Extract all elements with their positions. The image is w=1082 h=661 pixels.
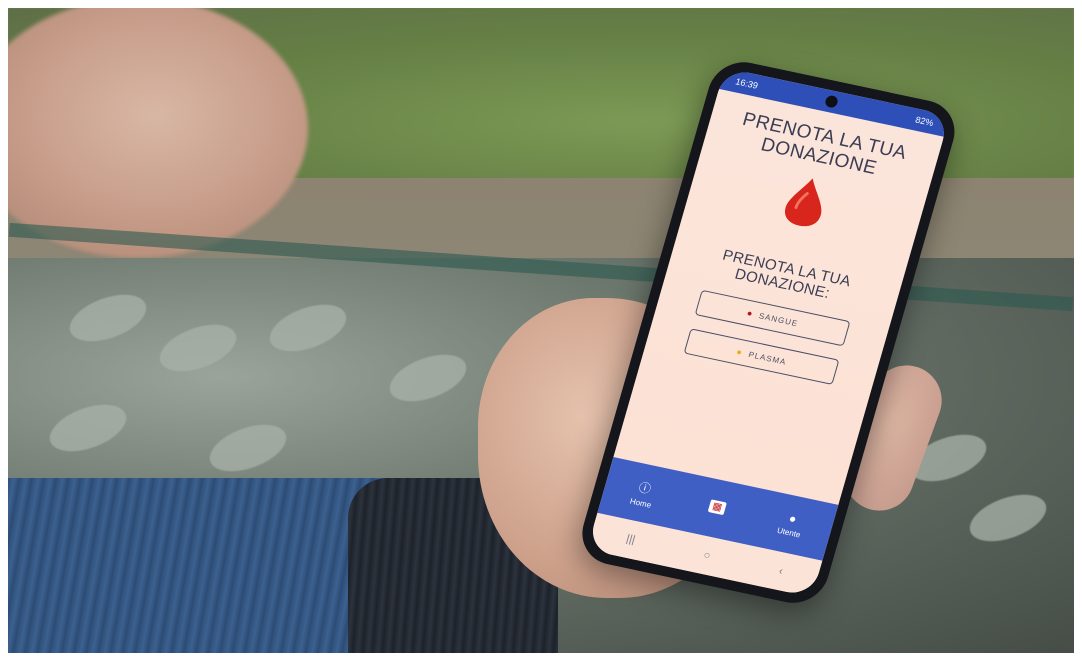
nav-utente[interactable]: ● Utente <box>776 509 806 539</box>
plasma-label: PLASMA <box>747 349 788 367</box>
status-battery: 82% <box>914 114 935 129</box>
user-icon: ● <box>787 511 799 527</box>
photo-background: 16:39 82% PRENOTA LA TUA DONAZIONE PRENO… <box>8 8 1074 653</box>
status-time: 16:39 <box>734 76 760 91</box>
home-button[interactable]: ○ <box>702 549 712 562</box>
leaf <box>383 345 473 411</box>
plasma-drop-icon: ● <box>735 346 745 358</box>
nav-home-label: Home <box>629 496 653 510</box>
leaf <box>203 415 293 481</box>
calendar-icon: ▦ <box>707 499 727 516</box>
nav-booking[interactable]: ▦ <box>707 499 727 518</box>
blood-drop-icon: ● <box>745 307 755 319</box>
nav-utente-label: Utente <box>776 525 802 540</box>
leaf <box>263 295 353 361</box>
leaf <box>63 285 153 351</box>
leaf <box>43 395 133 461</box>
back-button[interactable]: ‹ <box>777 565 784 577</box>
blood-drop-icon <box>779 172 832 230</box>
leaf <box>153 315 243 381</box>
leaf <box>963 485 1053 551</box>
recents-button[interactable]: ||| <box>625 533 637 546</box>
info-icon: ⓘ <box>637 479 653 496</box>
sangue-label: SANGUE <box>757 310 800 328</box>
nav-home[interactable]: ⓘ Home <box>629 477 658 509</box>
